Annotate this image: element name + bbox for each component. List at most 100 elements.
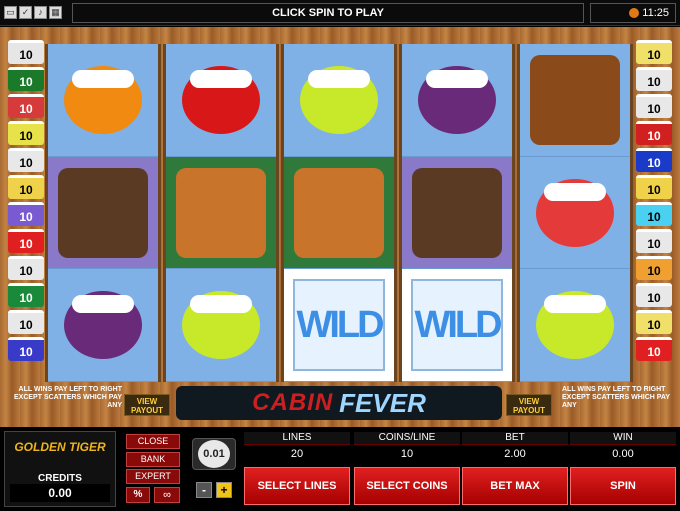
view-payout-button-right[interactable]: VIEW PAYOUT	[506, 394, 552, 416]
reel-cell	[520, 269, 630, 383]
logo-part-cabin: CABIN	[252, 389, 334, 416]
autoplay-button[interactable]: ∞	[154, 487, 180, 503]
payline-number[interactable]: 10	[636, 229, 672, 253]
payline-number[interactable]: 10	[636, 148, 672, 172]
clock-time: 11:25	[642, 7, 669, 19]
select-lines-button[interactable]: SELECT LINES	[244, 467, 350, 505]
coins-per-line-label: COINS/LINE	[354, 432, 460, 444]
payline-number[interactable]: 10	[636, 310, 672, 334]
status-prompt: CLICK SPIN TO PLAY	[72, 3, 584, 23]
reel-cell: WILD	[402, 269, 512, 383]
squirrel-icon	[530, 54, 620, 145]
expert-button[interactable]: EXPERT	[126, 469, 180, 484]
top-bar: ▭ ✓ ♪ ▦ CLICK SPIN TO PLAY 11:25	[0, 0, 680, 26]
logo-part-fever: FEVER	[339, 387, 426, 418]
reel-cell	[402, 156, 512, 270]
payline-number[interactable]: 10	[8, 40, 44, 64]
payline-number[interactable]: 10	[8, 202, 44, 226]
coin-increase-button[interactable]: +	[216, 482, 232, 498]
reel: WILD	[399, 44, 515, 383]
chef-bear-icon	[294, 167, 384, 258]
reel: WILD	[281, 44, 397, 383]
payline-number[interactable]: 10	[8, 175, 44, 199]
cherries-icon	[182, 65, 260, 134]
wins-info-right: ALL WINS PAY LEFT TO RIGHT EXCEPT SCATTE…	[562, 386, 670, 409]
payline-number[interactable]: 10	[8, 67, 44, 91]
reel-area: WILD WILD	[45, 44, 635, 383]
bet-label: BET	[462, 432, 568, 444]
reel-cell	[520, 44, 630, 157]
reel-cell: WILD	[284, 269, 394, 383]
payline-number[interactable]: 10	[636, 121, 672, 145]
view-payout-button-left[interactable]: VIEW PAYOUT	[124, 394, 170, 416]
coin-value: 0.01	[198, 440, 230, 468]
reel-cell	[166, 44, 276, 157]
payline-number[interactable]: 10	[8, 256, 44, 280]
win-value: 0.00	[570, 444, 676, 462]
bet-stat: BET 2.00	[462, 432, 568, 464]
bet-max-button[interactable]: BET MAX	[462, 467, 568, 505]
payline-number[interactable]: 10	[636, 283, 672, 307]
payline-number[interactable]: 10	[636, 67, 672, 91]
reel	[517, 44, 633, 383]
orange-icon	[64, 65, 142, 134]
reel-cell	[402, 44, 512, 157]
screen-icon[interactable]: ▭	[4, 6, 17, 19]
bear-family-icon	[58, 167, 148, 258]
reel	[45, 44, 161, 383]
lines-label: LINES	[244, 432, 350, 444]
reel-cell	[166, 156, 276, 270]
lime-icon	[300, 65, 378, 134]
golden-tiger-logo: GOLDEN TIGER	[14, 440, 106, 454]
reel	[163, 44, 279, 383]
payline-number[interactable]: 10	[636, 337, 672, 361]
payline-number[interactable]: 10	[636, 202, 672, 226]
lime-icon	[536, 291, 614, 360]
payline-number[interactable]: 10	[636, 175, 672, 199]
payline-number[interactable]: 10	[636, 40, 672, 64]
reel-cell	[166, 269, 276, 383]
select-coins-button[interactable]: SELECT COINS	[354, 467, 460, 505]
credits-value: 0.00	[10, 484, 110, 502]
spin-button[interactable]: SPIN	[570, 467, 676, 505]
reel-cell	[48, 269, 158, 383]
sound-icon[interactable]: ♪	[34, 6, 47, 19]
paylines-right: 10 10 10 10 10 10 10 10 10 10 10 10	[636, 40, 672, 361]
bank-button[interactable]: BANK	[126, 452, 180, 467]
reel-cell	[48, 156, 158, 270]
watermelon-icon	[536, 178, 614, 247]
payline-number[interactable]: 10	[636, 256, 672, 280]
win-label: WIN	[570, 432, 676, 444]
payline-number[interactable]: 10	[636, 94, 672, 118]
top-icons: ▭ ✓ ♪ ▦	[4, 6, 62, 19]
reel-cell	[520, 157, 630, 270]
lime-icon	[182, 291, 260, 360]
reel-cell	[284, 156, 394, 270]
payline-number[interactable]: 10	[8, 121, 44, 145]
reel-cell	[48, 44, 158, 157]
clock-display: 11:25	[590, 3, 676, 23]
percent-button[interactable]: %	[126, 487, 150, 503]
coin-stack-icon	[629, 8, 639, 18]
payline-number[interactable]: 10	[8, 337, 44, 361]
wild-symbol: WILD	[293, 279, 385, 372]
payline-number[interactable]: 10	[8, 310, 44, 334]
reel-cell	[284, 44, 394, 157]
paylines-left: 10 10 10 10 10 10 10 10 10 10 10 10	[8, 40, 44, 361]
payline-number[interactable]: 10	[8, 148, 44, 172]
game-logo: CABIN FEVER	[176, 386, 502, 420]
credits-label: CREDITS	[38, 473, 82, 484]
wild-symbol: WILD	[411, 279, 503, 372]
payline-number[interactable]: 10	[8, 94, 44, 118]
payline-number[interactable]: 10	[8, 283, 44, 307]
bet-value: 2.00	[462, 444, 568, 462]
plum-icon	[418, 65, 496, 134]
wins-info-left: ALL WINS PAY LEFT TO RIGHT EXCEPT SCATTE…	[14, 386, 122, 409]
checkbox-icon[interactable]: ✓	[19, 6, 32, 19]
close-button[interactable]: CLOSE	[126, 434, 180, 449]
settings-icon[interactable]: ▦	[49, 6, 62, 19]
bear-family-icon	[412, 167, 502, 258]
payline-number[interactable]: 10	[8, 229, 44, 253]
coins-per-line-value: 10	[354, 444, 460, 462]
coin-decrease-button[interactable]: -	[196, 482, 212, 498]
